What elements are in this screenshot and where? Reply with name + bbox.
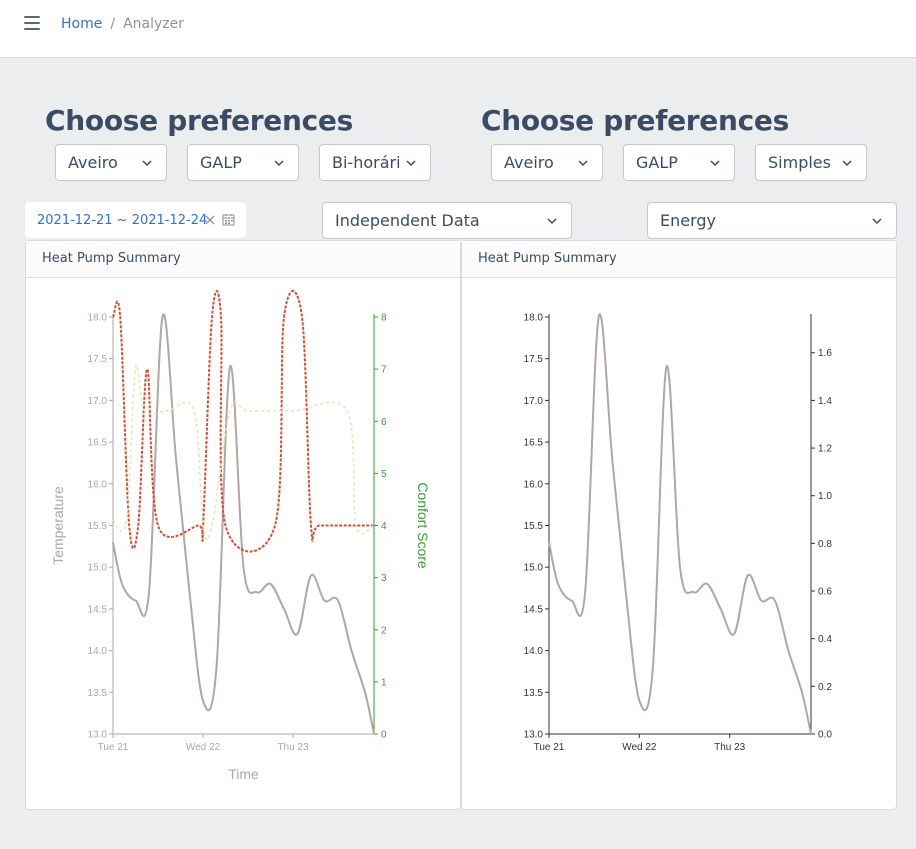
left-location-value: Aveiro (68, 153, 118, 172)
x-tick-label: Tue 21 (98, 742, 129, 753)
y2-tick-label: 2 (381, 625, 387, 636)
y-tick-label: 14.0 (524, 646, 544, 657)
y-tick-label: 18.0 (524, 313, 544, 324)
left-chart-card: Heat Pump Summary 13.0 13.5 14.0 14.5 15.0 15… (25, 240, 461, 810)
chevron-down-icon (710, 159, 720, 166)
temperature-series-line (112, 313, 375, 735)
breadcrumb-home-link[interactable]: Home (61, 16, 102, 32)
chevron-down-icon (406, 159, 416, 166)
right-tariff-select[interactable]: Simples (755, 144, 867, 181)
left-supplier-value: GALP (200, 153, 242, 172)
y-tick-label: 15.0 (88, 563, 108, 574)
y-tick-label: 15.5 (88, 521, 108, 532)
right-tariff-value: Simples (768, 153, 831, 172)
y2-tick-label: 6 (381, 417, 387, 428)
x-axis-title: Time (228, 766, 259, 782)
top-bar: Home / Analyzer (0, 0, 916, 58)
y2-tick-label: 8 (381, 313, 387, 324)
date-range-picker[interactable]: 2021-12-21 ~ 2021-12-24 (25, 202, 246, 238)
date-range-value: 2021-12-21 ~ 2021-12-24 (37, 212, 208, 228)
x-tick-label: Wed 22 (186, 742, 221, 753)
calendar-icon[interactable] (222, 213, 235, 226)
right-chart-card: Heat Pump Summary 13.0 13.5 14.0 14.5 15.0 15… (461, 240, 897, 810)
chevron-down-icon (578, 159, 588, 166)
right-supplier-select[interactable]: GALP (623, 144, 735, 181)
right-heat-pump-chart: 13.0 13.5 14.0 14.5 15.0 15.5 16.0 16.5 17.0 17.5… (524, 313, 833, 754)
y-tick-label: 14.5 (524, 604, 544, 615)
y-tick-label: 13.5 (88, 688, 108, 699)
y2-tick-label: 3 (381, 573, 387, 584)
chevron-down-icon (142, 159, 152, 166)
y2-tick-label: 1.0 (818, 491, 832, 502)
breadcrumb-separator: / (110, 16, 116, 32)
y2-tick-label: 7 (381, 365, 387, 376)
right-preferences-title: Choose preferences (481, 104, 789, 137)
hamburger-icon[interactable] (24, 16, 40, 32)
y-axis-title: Temperature (50, 486, 66, 565)
y-tick-label: 16.5 (88, 438, 108, 449)
y2-tick-label: 0.8 (818, 539, 832, 550)
y-tick-label: 17.0 (524, 396, 544, 407)
y-tick-label: 16.5 (524, 438, 544, 449)
left-supplier-select[interactable]: GALP (187, 144, 299, 181)
chevron-down-icon (547, 217, 557, 224)
breadcrumb-current: Analyzer (123, 16, 184, 32)
close-icon[interactable] (204, 214, 216, 226)
chevron-down-icon (872, 217, 882, 224)
y-tick-label: 14.5 (88, 604, 108, 615)
y2-tick-label: 1.6 (818, 348, 832, 359)
y-tick-label: 13.5 (524, 688, 544, 699)
temperature-series-line (548, 313, 812, 735)
y-tick-label: 17.0 (88, 396, 108, 407)
chevron-down-icon (842, 159, 852, 166)
x-tick-label: Wed 22 (622, 742, 657, 753)
y2-tick-label: 1.2 (818, 444, 832, 455)
y2-tick-label: 0.2 (818, 682, 832, 693)
x-tick-label: Thu 23 (714, 742, 746, 753)
y-tick-label: 15.5 (524, 521, 544, 532)
left-preferences-title: Choose preferences (45, 104, 353, 137)
y-tick-label: 14.0 (88, 646, 108, 657)
y-tick-label: 16.0 (88, 479, 108, 490)
y2-tick-label: 5 (381, 469, 387, 480)
y-tick-label: 18.0 (88, 313, 108, 324)
left-card-title: Heat Pump Summary (26, 241, 460, 278)
y-tick-label: 17.5 (88, 354, 108, 365)
y-tick-label: 13.0 (524, 730, 544, 741)
metric-select[interactable]: Energy (647, 202, 897, 239)
chevron-down-icon (274, 159, 284, 166)
y-tick-label: 16.0 (524, 479, 544, 490)
y2-tick-label: 0.6 (818, 587, 832, 598)
right-location-value: Aveiro (504, 153, 554, 172)
y2-tick-label: 1.4 (818, 396, 832, 407)
y-tick-label: 17.5 (524, 354, 544, 365)
y-tick-label: 13.0 (88, 730, 108, 741)
x-tick-label: Thu 23 (277, 742, 309, 753)
right-location-select[interactable]: Aveiro (491, 144, 603, 181)
y2-axis-title: Confort Score (415, 482, 431, 569)
x-tick-label: Tue 21 (534, 742, 565, 753)
y-tick-label: 15.0 (524, 563, 544, 574)
y2-tick-label: 0.4 (818, 634, 832, 645)
breadcrumb: Home / Analyzer (61, 16, 184, 32)
y2-tick-label: 0 (381, 730, 387, 741)
right-supplier-value: GALP (636, 153, 678, 172)
data-type-value: Independent Data (335, 211, 480, 230)
right-card-title: Heat Pump Summary (462, 241, 896, 278)
y2-tick-label: 1 (381, 677, 387, 688)
y2-tick-label: 4 (381, 521, 387, 532)
left-location-select[interactable]: Aveiro (55, 144, 167, 181)
left-tariff-value: Bi-horári (332, 153, 401, 172)
left-tariff-select[interactable]: Bi-horári (319, 144, 431, 181)
left-heat-pump-chart: 13.0 13.5 14.0 14.5 15.0 15.5 16.0 16.5 17.0 17.5… (50, 290, 431, 782)
y2-tick-label: 0.0 (818, 730, 832, 741)
data-type-select[interactable]: Independent Data (322, 202, 572, 239)
metric-value: Energy (660, 211, 717, 230)
